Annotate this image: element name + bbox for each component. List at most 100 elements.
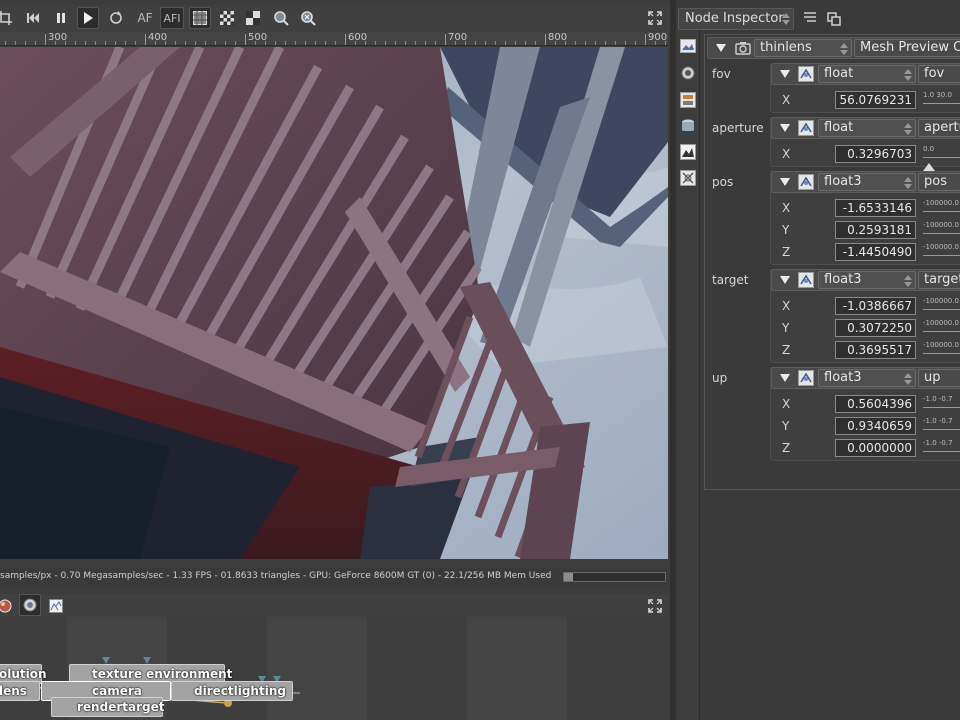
axis-label: X: [782, 93, 791, 107]
skip-back-icon[interactable]: [22, 7, 44, 29]
link-pin-icon[interactable]: [798, 370, 814, 386]
value-field-up-x[interactable]: 0.5604396: [835, 395, 916, 413]
collapse-arrow-icon[interactable]: [780, 276, 790, 284]
inspector-title: Node Inspector: [685, 11, 784, 26]
ruler-tick: [305, 41, 306, 45]
play-icon[interactable]: [77, 7, 99, 29]
ruler-label: 800: [548, 32, 568, 43]
pin-name-field[interactable]: target: [918, 271, 960, 289]
camera-icon[interactable]: [680, 65, 696, 81]
pin-type-row: float fov: [771, 63, 960, 85]
graph-toolbar: [0, 594, 668, 617]
node-thinlens[interactable]: lens: [0, 681, 40, 701]
afi-toggle[interactable]: AFI: [160, 7, 184, 29]
af-toggle[interactable]: AF: [134, 7, 156, 29]
value-slider[interactable]: [923, 353, 960, 354]
pin-type-select[interactable]: float: [818, 65, 916, 83]
pin-type-row: float3 up: [771, 367, 960, 389]
value-slider[interactable]: [923, 451, 960, 452]
alpha-grid-icon[interactable]: [189, 7, 211, 29]
value-field-pos-y[interactable]: 0.2593181: [835, 221, 916, 239]
value-field-up-y[interactable]: 0.9340659: [835, 417, 916, 435]
link-pin-icon[interactable]: [798, 272, 814, 288]
node-texture-icon[interactable]: [45, 595, 67, 617]
value-field-target-x[interactable]: -1.0386667: [835, 297, 916, 315]
collapse-arrow-icon[interactable]: [716, 44, 726, 52]
inspector-mode-select[interactable]: Node Inspector: [678, 8, 794, 30]
value-field-pos-x[interactable]: -1.6533146: [835, 199, 916, 217]
ruler-label: 300: [48, 32, 68, 43]
pin-type-select[interactable]: float3: [818, 369, 916, 387]
crop-icon[interactable]: [0, 7, 16, 29]
node-texture-environment-label: texture environment: [92, 667, 233, 681]
node-directlighting[interactable]: directlighting: [171, 681, 293, 701]
value-slider[interactable]: [923, 103, 960, 104]
pin-name-field[interactable]: up: [918, 369, 960, 387]
value-field-fov-x[interactable]: 56.0769231: [835, 91, 916, 109]
ruler-tick: [635, 41, 636, 45]
geometry-icon[interactable]: [680, 118, 696, 134]
collapse-arrow-icon[interactable]: [780, 178, 790, 186]
zoom-reset-icon[interactable]: [297, 7, 319, 29]
graph-maximize-icon[interactable]: [644, 595, 666, 617]
node-type-select[interactable]: thinlens: [754, 39, 852, 57]
value-field-up-z[interactable]: 0.0000000: [835, 439, 916, 457]
node-color-icon[interactable]: [0, 595, 16, 617]
node-name-field[interactable]: Mesh Preview Camera: [854, 39, 960, 57]
ruler-tick: [225, 41, 226, 45]
zoom-fit-icon[interactable]: [270, 7, 292, 29]
value-slider[interactable]: [923, 429, 960, 430]
texture-icon[interactable]: [680, 144, 696, 160]
ruler-tick: [375, 41, 376, 45]
render-target-icon[interactable]: [680, 92, 696, 108]
image-preview-icon[interactable]: [680, 38, 696, 54]
spin-arrows-icon: [904, 177, 912, 189]
node-thinlens-label: lens: [0, 684, 27, 698]
refresh-icon[interactable]: [105, 7, 127, 29]
pin-type-row: float aperture: [771, 117, 960, 139]
pin-name-field[interactable]: pos: [918, 173, 960, 191]
pin-name-field[interactable]: aperture: [918, 119, 960, 137]
memory-usage-fill: [564, 573, 574, 581]
maximize-icon[interactable]: [644, 7, 666, 29]
render-viewport[interactable]: [0, 47, 668, 559]
value-slider[interactable]: [923, 309, 960, 310]
checker-icon[interactable]: [216, 7, 238, 29]
pin-name-field[interactable]: fov: [918, 65, 960, 83]
pin-type-select[interactable]: float3: [818, 271, 916, 289]
collapse-arrow-icon[interactable]: [780, 124, 790, 132]
collapse-panel-icon[interactable]: [803, 12, 817, 27]
link-pin-icon[interactable]: [798, 174, 814, 190]
value-field-target-y[interactable]: 0.3072250: [835, 319, 916, 337]
node-graph-icon[interactable]: [19, 594, 41, 616]
collapse-arrow-icon[interactable]: [780, 70, 790, 78]
value-slider[interactable]: [923, 211, 960, 212]
node-graph-editor[interactable]: olution texture environment lens camera …: [0, 617, 668, 720]
float-panel-icon[interactable]: [827, 12, 841, 29]
value-slider[interactable]: [923, 407, 960, 408]
kernel-icon[interactable]: [680, 170, 696, 186]
ruler-tick: [25, 41, 26, 45]
pin-type-value: float3: [824, 174, 862, 189]
link-pin-icon[interactable]: [798, 66, 814, 82]
value-slider[interactable]: [923, 331, 960, 332]
value-field-pos-z[interactable]: -1.4450490: [835, 243, 916, 261]
node-rendertarget[interactable]: rendertarget: [51, 697, 164, 717]
pin-name-value: target: [924, 272, 960, 287]
pin-type-select[interactable]: float3: [818, 173, 916, 191]
value-slider[interactable]: [923, 233, 960, 234]
value-slider[interactable]: [923, 157, 960, 158]
axis-label: X: [782, 299, 791, 313]
half-checker-icon[interactable]: [242, 7, 264, 29]
pin-type-select[interactable]: float: [818, 119, 916, 137]
status-bar: samples/px - 0.70 Megasamples/sec - 1.33…: [0, 568, 668, 586]
collapse-arrow-icon[interactable]: [780, 374, 790, 382]
value-slider[interactable]: [923, 255, 960, 256]
pause-icon[interactable]: [50, 7, 72, 29]
value-field-target-z[interactable]: 0.3695517: [835, 341, 916, 359]
value-field-aperture-x[interactable]: 0.3296703: [835, 145, 916, 163]
node-camera-label: camera: [92, 684, 142, 698]
link-pin-icon[interactable]: [798, 120, 814, 136]
ruler-tick: [595, 41, 596, 45]
inspector-side-toolbar: [676, 30, 700, 720]
